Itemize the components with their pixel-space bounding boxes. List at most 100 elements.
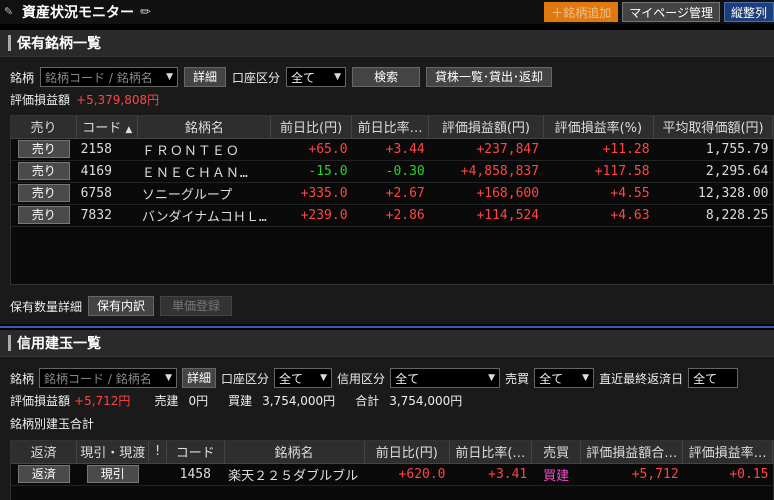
margin-table-wrap: 返済 現引・現渡 ! コード 銘柄名 前日比(円) 前日比率(… 売買 評価損益…	[10, 440, 774, 500]
pl-total: +5,712	[580, 463, 683, 486]
holdings-stock-select[interactable]: 銘柄コード / 銘柄名 ▼	[40, 67, 179, 87]
col-pl-rate[interactable]: 評価損益率(%)	[543, 116, 655, 139]
col-pl-total[interactable]: 評価損益額合…	[580, 441, 684, 464]
short-label: 売建	[154, 393, 179, 408]
add-stock-button[interactable]: ＋銘柄追加	[544, 2, 619, 22]
total-value: 3,754,000円	[389, 393, 463, 408]
stock-code: 4169	[76, 160, 138, 183]
meigara-label: 銘柄	[10, 70, 35, 85]
col-alert[interactable]: !	[148, 441, 167, 464]
edit-title-icon[interactable]: ✏	[140, 5, 151, 20]
margin-account-label: 口座区分	[221, 371, 270, 386]
repay-button[interactable]: 返済	[17, 465, 70, 483]
long-label: 買建	[228, 393, 253, 408]
table-row: 売り 4169 ＥＮＥＣＨＡＮ… -15.0 -0.30 +4,858,837 …	[11, 160, 773, 183]
margin-title: 信用建玉一覧	[17, 336, 101, 352]
panel-divider[interactable]	[0, 326, 774, 328]
col-name[interactable]: 銘柄名	[137, 116, 272, 139]
delivery-button[interactable]: 現引	[86, 465, 139, 483]
search-button[interactable]: 検索	[352, 67, 421, 87]
stock-code: 1458	[166, 463, 225, 486]
price-register-button[interactable]: 単価登録	[160, 296, 233, 316]
stock-name[interactable]: ＦＲＯＮＴＥＯ	[137, 138, 271, 161]
col-code[interactable]: コード	[166, 441, 225, 464]
vertical-align-button[interactable]: 縦整列	[723, 2, 774, 22]
col-pl-rate[interactable]: 評価損益率…	[682, 441, 773, 464]
avg-price: 8,228.25	[653, 204, 773, 227]
col-change-rate[interactable]: 前日比率(…	[449, 441, 532, 464]
change-rate: +3.44	[351, 138, 429, 161]
credit-type-label: 信用区分	[337, 371, 386, 386]
margin-pl-value: +5,712円	[74, 393, 131, 408]
pl-rate: +117.58	[543, 160, 654, 183]
margin-account-select[interactable]: 全て ▼	[274, 368, 333, 388]
side-select[interactable]: 全て ▼	[534, 368, 595, 388]
avg-price: 2,295.64	[653, 160, 773, 183]
table-row: 売り 6758 ソニーグループ +335.0 +2.67 +168,600 +4…	[11, 182, 773, 205]
due-date-select[interactable]: 全て	[688, 368, 739, 388]
stock-code: 7832	[76, 204, 138, 227]
margin-meigara-label: 銘柄	[10, 371, 35, 386]
stock-summary-label: 銘柄別建玉合計	[10, 416, 95, 431]
avg-price: 12,328.00	[653, 182, 773, 205]
holding-breakdown-button[interactable]: 保有内訳	[88, 296, 155, 316]
change-rate: +2.67	[351, 182, 429, 205]
pl: +237,847	[428, 138, 544, 161]
stock-code: 6758	[76, 182, 138, 205]
app-title: 資産状況モニター	[22, 5, 134, 21]
col-pl[interactable]: 評価損益額(円)	[428, 116, 544, 139]
sell-button[interactable]: 売り	[17, 184, 70, 202]
side-label: 売買	[505, 371, 530, 386]
holdings-table: 売り コード ▲ 銘柄名 前日比(円) 前日比率… 評価損益額(円) 評価損益率…	[11, 116, 773, 227]
sell-button[interactable]: 売り	[17, 162, 70, 180]
sell-button[interactable]: 売り	[17, 206, 70, 224]
account-label: 口座区分	[232, 70, 281, 85]
holdings-account-select[interactable]: 全て ▼	[286, 67, 347, 87]
col-name[interactable]: 銘柄名	[224, 441, 365, 464]
change-rate: +2.86	[351, 204, 429, 227]
stock-name[interactable]: バンダイナムコＨＬ…	[137, 204, 271, 227]
pin-icon[interactable]: ✎	[4, 5, 18, 19]
col-repay[interactable]: 返済	[11, 441, 78, 464]
mypage-manage-button[interactable]: マイページ管理	[622, 2, 720, 22]
table-row: 返済 現引 1458 楽天２２５ダブルブル +620.0 +3.41 買建 +5…	[11, 463, 773, 486]
holdings-detail-button[interactable]: 詳細	[184, 67, 227, 87]
holdings-pl-label: 評価損益額	[10, 92, 71, 107]
col-sell[interactable]: 売り	[11, 116, 78, 139]
margin-pl-label: 評価損益額	[10, 393, 71, 408]
change: +620.0	[364, 463, 450, 486]
col-change[interactable]: 前日比(円)	[270, 116, 353, 139]
stock-name[interactable]: 楽天２２５ダブルブル	[224, 463, 365, 486]
col-delivery[interactable]: 現引・現渡	[76, 441, 150, 464]
sell-button[interactable]: 売り	[17, 140, 70, 158]
pl: +4,858,837	[428, 160, 544, 183]
stock-name[interactable]: ソニーグループ	[137, 182, 271, 205]
short-value: 0円	[188, 393, 209, 408]
credit-type-select[interactable]: 全て ▼	[390, 368, 501, 388]
pl-rate: +11.28	[543, 138, 654, 161]
lending-list-button[interactable]: 貸株一覧･貸出･返却	[426, 67, 553, 87]
change-rate: -0.30	[351, 160, 429, 183]
margin-detail-button[interactable]: 詳細	[182, 368, 217, 388]
col-change-rate[interactable]: 前日比率…	[351, 116, 430, 139]
change: -15.0	[270, 160, 352, 183]
margin-stock-select[interactable]: 銘柄コード / 銘柄名 ▼	[39, 368, 178, 388]
holdings-table-wrap: 売り コード ▲ 銘柄名 前日比(円) 前日比率… 評価損益額(円) 評価損益率…	[10, 115, 774, 285]
stock-name[interactable]: ＥＮＥＣＨＡＮ…	[137, 160, 271, 183]
due-date-label: 直近最終返済日	[599, 371, 684, 386]
total-label: 合計	[355, 393, 380, 408]
col-avg-price[interactable]: 平均取得価額(円)	[653, 116, 773, 139]
long-value: 3,754,000円	[262, 393, 336, 408]
col-side[interactable]: 売買	[531, 441, 582, 464]
pl-rate: +0.15	[682, 463, 773, 486]
pl-rate: +4.63	[543, 204, 654, 227]
holdings-title: 保有銘柄一覧	[17, 36, 101, 52]
col-change[interactable]: 前日比(円)	[364, 441, 451, 464]
avg-price: 1,755.79	[653, 138, 773, 161]
pl-rate: +4.55	[543, 182, 654, 205]
change: +65.0	[270, 138, 352, 161]
change-rate: +3.41	[449, 463, 532, 486]
table-row: 売り 2158 ＦＲＯＮＴＥＯ +65.0 +3.44 +237,847 +11…	[11, 138, 773, 161]
stock-code: 2158	[76, 138, 138, 161]
col-code[interactable]: コード ▲	[76, 116, 139, 139]
